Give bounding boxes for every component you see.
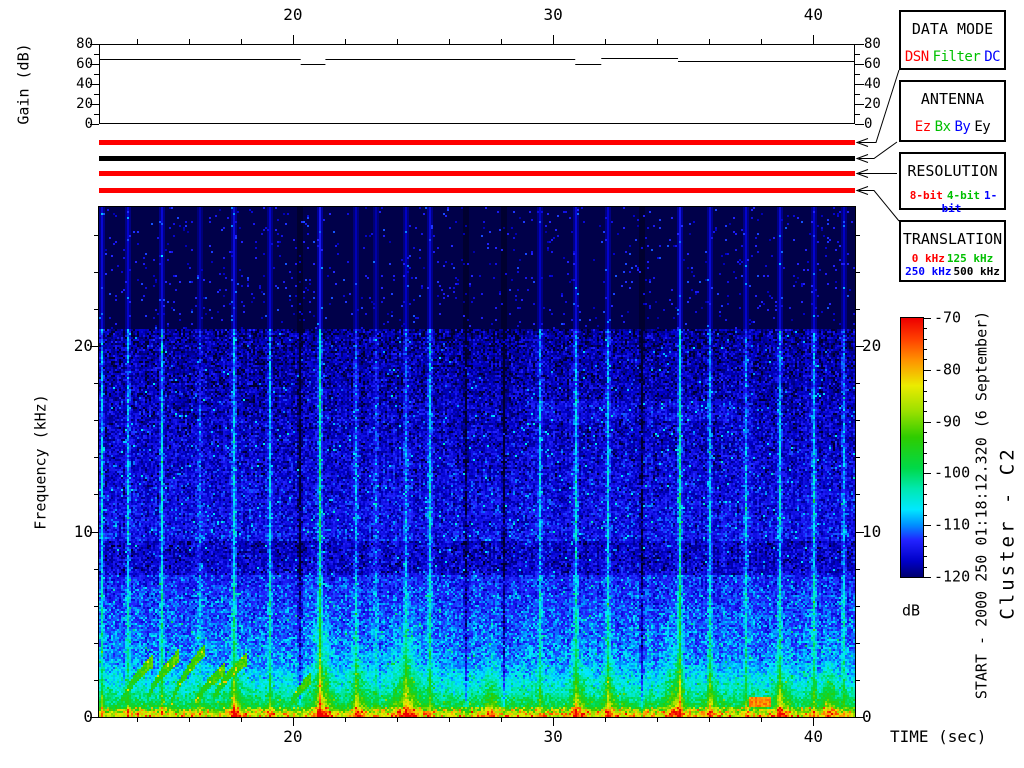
- gain-tick-label-right: 0: [864, 116, 873, 132]
- option-row: 250 kHz 500 kHz: [901, 265, 1004, 278]
- time-axis-title: TIME (sec): [890, 727, 987, 746]
- connector-resolution: [855, 169, 897, 178]
- colorbar-unit-label: dB: [901, 601, 921, 620]
- wbd-spectrogram-display: 0 0 20 20 40 40 60 60 80 80 20 20 30 30 40 40 0 0 10 10 20 20…: [0, 0, 1024, 768]
- panel-resolution: RESOLUTION 8-bit 4-bit 1-bit: [899, 152, 1006, 215]
- gain-tick-label-right: 80: [864, 36, 881, 52]
- data-mode-active-bar: [99, 140, 855, 145]
- antenna-active-bar: [99, 156, 855, 161]
- connector-data-mode: [855, 69, 900, 147]
- panel-antenna-title: ANTENNA: [920, 90, 985, 108]
- colorbar-tick-label: -110: [934, 515, 971, 534]
- panel-translation-title: TRANSLATION: [902, 230, 1003, 248]
- colorbar-canvas: [901, 318, 923, 577]
- option-500-khz: 500 kHz: [953, 265, 1000, 278]
- time-tick-label-bottom: 40: [803, 727, 823, 746]
- panel-antenna: ANTENNA Ez Bx By Ey: [899, 80, 1006, 142]
- gain-tick-label: 60: [76, 56, 93, 72]
- panel-data-mode-title: DATA MODE: [911, 20, 994, 38]
- option-0-khz: 0 kHz: [911, 252, 945, 265]
- gain-tick-label: 0: [84, 116, 93, 132]
- option-250-khz: 250 kHz: [905, 265, 952, 278]
- start-time-text: START - 2000 250 01:18:12.320 (6 Septemb…: [972, 310, 991, 700]
- option-ey: Ey: [974, 119, 991, 135]
- gain-tick-label: 40: [76, 76, 93, 92]
- freq-tick-label-right: 10: [862, 521, 882, 541]
- option-8-bit: 8-bit: [909, 189, 943, 202]
- gain-tick-label: 80: [76, 36, 93, 52]
- colorbar-tick-label: -80: [934, 360, 962, 379]
- freq-tick-label: 10: [73, 521, 93, 541]
- panel-translation: TRANSLATION 0 kHz 125 kHz 250 kHz 500 kHz: [899, 220, 1006, 282]
- gain-tick-label: 20: [76, 96, 93, 112]
- option-filter: Filter: [932, 49, 981, 65]
- option-row: 0 kHz 125 kHz: [901, 252, 1004, 265]
- colorbar-tick-label: -70: [934, 308, 962, 327]
- freq-tick-label: 0: [83, 707, 93, 726]
- colorbar-tick-label: -90: [934, 412, 962, 431]
- colorbar-tick-label: -120: [934, 567, 971, 586]
- connector-antenna: [855, 141, 898, 163]
- freq-tick-label-right: 0: [862, 707, 872, 726]
- panel-resolution-options: 8-bit 4-bit 1-bit: [901, 189, 1004, 215]
- connector-translation: [855, 186, 900, 222]
- option-bx: Bx: [934, 119, 951, 135]
- time-tick-label-top: 30: [543, 5, 563, 24]
- freq-tick-label: 20: [73, 336, 93, 356]
- spacecraft-text: Cluster - C2: [996, 446, 1019, 620]
- translation-active-bar: [99, 188, 855, 193]
- time-tick-label-bottom: 30: [543, 727, 563, 746]
- panel-data-mode-options: DSN Filter DC: [901, 49, 1004, 65]
- option-ez: Ez: [914, 119, 931, 135]
- colorbar-tick-label: -100: [934, 463, 971, 482]
- option-by: By: [954, 119, 971, 135]
- gain-axis-title: Gain (dB): [14, 43, 33, 125]
- gain-tick-label-right: 20: [864, 96, 881, 112]
- frequency-axis-title: Frequency (kHz): [31, 394, 50, 530]
- time-tick-label-top: 20: [283, 5, 303, 24]
- option-dc: DC: [984, 49, 1001, 65]
- gain-tick-label-right: 40: [864, 76, 881, 92]
- option-4-bit: 4-bit: [946, 189, 980, 202]
- option-125-khz: 125 kHz: [946, 252, 994, 265]
- resolution-active-bar: [99, 171, 855, 176]
- panel-translation-options: 0 kHz 125 kHz 250 kHz 500 kHz: [901, 252, 1004, 278]
- option-dsn: DSN: [904, 49, 929, 65]
- panel-data-mode: DATA MODE DSN Filter DC: [899, 10, 1006, 70]
- time-tick-label-top: 40: [803, 5, 823, 24]
- freq-tick-label-right: 20: [862, 336, 882, 356]
- panel-antenna-options: Ez Bx By Ey: [901, 119, 1004, 135]
- spectrogram-canvas: [99, 207, 855, 717]
- gain-tick-label-right: 60: [864, 56, 881, 72]
- panel-resolution-title: RESOLUTION: [907, 162, 998, 180]
- time-tick-label-bottom: 20: [283, 727, 303, 746]
